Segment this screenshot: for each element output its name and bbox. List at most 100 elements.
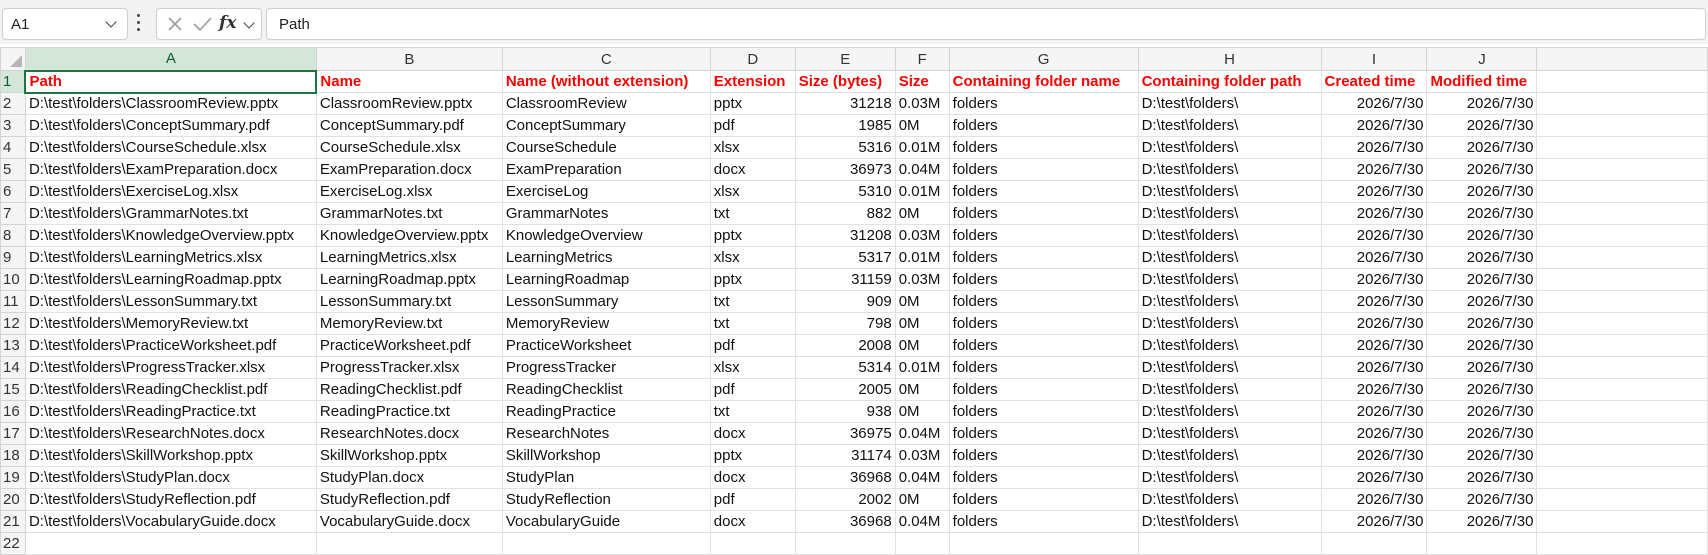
empty-cell[interactable] <box>1536 180 1708 203</box>
empty-cell[interactable] <box>1536 114 1708 137</box>
cell[interactable]: D:\test\folders\LearningRoadmap.pptx <box>24 268 317 291</box>
cell[interactable]: folders <box>948 136 1139 159</box>
cell[interactable]: 2026/7/30 <box>1320 180 1428 203</box>
cell[interactable]: 2026/7/30 <box>1320 312 1428 335</box>
column-header-g[interactable]: G <box>948 47 1139 71</box>
cell[interactable]: 36973 <box>794 158 896 181</box>
cell[interactable]: txt <box>709 202 796 225</box>
cell[interactable]: 2026/7/30 <box>1426 268 1538 291</box>
cell[interactable]: 0M <box>894 334 950 357</box>
cell[interactable]: txt <box>709 400 796 423</box>
header-cell[interactable]: Name <box>315 70 503 93</box>
cell[interactable]: GrammarNotes <box>501 202 711 225</box>
cell[interactable]: folders <box>948 114 1139 137</box>
row-header[interactable]: 1 <box>0 70 27 93</box>
column-header-b[interactable]: B <box>315 47 503 71</box>
cell[interactable]: folders <box>948 180 1139 203</box>
row-header[interactable]: 18 <box>0 444 26 467</box>
cell[interactable]: CourseSchedule <box>501 136 711 159</box>
cell[interactable]: xlsx <box>709 246 796 269</box>
cell[interactable]: 2026/7/30 <box>1426 466 1538 489</box>
cell[interactable]: 36975 <box>794 422 896 445</box>
row-header[interactable]: 7 <box>0 202 26 225</box>
row-header[interactable]: 20 <box>0 488 26 511</box>
empty-cell[interactable] <box>1536 532 1708 555</box>
cell[interactable]: KnowledgeOverview.pptx <box>315 224 503 247</box>
cell[interactable]: 0M <box>894 312 950 335</box>
cell[interactable]: ExamPreparation <box>501 158 711 181</box>
cell[interactable]: D:\test\folders\ <box>1137 356 1322 379</box>
cell[interactable]: D:\test\folders\ExamPreparation.docx <box>24 158 317 181</box>
row-header[interactable]: 8 <box>0 224 26 247</box>
cell[interactable]: pptx <box>709 444 796 467</box>
empty-cell[interactable] <box>1536 202 1708 225</box>
empty-cell[interactable] <box>1536 70 1708 93</box>
empty-cell[interactable] <box>1536 92 1708 115</box>
column-header-h[interactable]: H <box>1137 47 1322 71</box>
column-header-j[interactable]: J <box>1426 47 1538 71</box>
cell[interactable]: folders <box>948 378 1139 401</box>
cell[interactable]: D:\test\folders\GrammarNotes.txt <box>24 202 317 225</box>
cell[interactable]: folders <box>948 466 1139 489</box>
cell[interactable]: 2026/7/30 <box>1320 334 1428 357</box>
cell[interactable]: 2026/7/30 <box>1320 400 1428 423</box>
cell[interactable]: docx <box>709 510 796 533</box>
empty-cell[interactable] <box>894 532 950 555</box>
cell[interactable]: pptx <box>709 92 796 115</box>
cell[interactable]: D:\test\folders\ResearchNotes.docx <box>24 422 317 445</box>
cell[interactable]: D:\test\folders\ <box>1137 246 1322 269</box>
cell[interactable]: folders <box>948 92 1139 115</box>
cell[interactable]: 2026/7/30 <box>1426 312 1538 335</box>
cell[interactable]: 0M <box>894 378 950 401</box>
cell[interactable]: D:\test\folders\ReadingChecklist.pdf <box>24 378 317 401</box>
name-box[interactable]: A1 <box>2 8 128 40</box>
cell[interactable]: 2008 <box>794 334 896 357</box>
cell[interactable]: ExamPreparation.docx <box>315 158 503 181</box>
cell[interactable]: 2026/7/30 <box>1426 422 1538 445</box>
cell[interactable]: 2026/7/30 <box>1426 444 1538 467</box>
cell[interactable]: SkillWorkshop.pptx <box>315 444 503 467</box>
cell[interactable]: D:\test\folders\StudyPlan.docx <box>24 466 317 489</box>
cell[interactable]: VocabularyGuide.docx <box>315 510 503 533</box>
row-header[interactable]: 14 <box>0 356 26 379</box>
cell[interactable]: folders <box>948 268 1139 291</box>
cell[interactable]: D:\test\folders\ <box>1137 510 1322 533</box>
header-cell[interactable]: Containing folder name <box>948 70 1139 93</box>
cell[interactable]: 31174 <box>794 444 896 467</box>
column-header-a[interactable]: A <box>24 47 317 72</box>
cell[interactable]: 0.03M <box>894 224 950 247</box>
cell[interactable]: D:\test\folders\ConceptSummary.pdf <box>24 114 317 137</box>
cell[interactable]: ProgressTracker.xlsx <box>315 356 503 379</box>
empty-cell[interactable] <box>1536 136 1708 159</box>
cell[interactable]: pptx <box>709 268 796 291</box>
cell[interactable]: 2026/7/30 <box>1320 224 1428 247</box>
cell[interactable]: folders <box>948 224 1139 247</box>
cell[interactable]: 2026/7/30 <box>1320 92 1428 115</box>
cell[interactable]: ResearchNotes <box>501 422 711 445</box>
row-header[interactable]: 22 <box>0 532 26 555</box>
column-header-d[interactable]: D <box>709 47 796 71</box>
cell[interactable]: 2002 <box>794 488 896 511</box>
cell[interactable]: 0.04M <box>894 510 950 533</box>
cell[interactable]: 2026/7/30 <box>1320 246 1428 269</box>
row-header[interactable]: 4 <box>0 136 26 159</box>
cell[interactable]: ConceptSummary.pdf <box>315 114 503 137</box>
cell[interactable]: D:\test\folders\VocabularyGuide.docx <box>24 510 317 533</box>
cell[interactable]: D:\test\folders\LessonSummary.txt <box>24 290 317 313</box>
cell[interactable]: ProgressTracker <box>501 356 711 379</box>
chevron-down-icon[interactable] <box>105 16 117 28</box>
cell[interactable]: ReadingPractice <box>501 400 711 423</box>
empty-cell[interactable] <box>1536 466 1708 489</box>
cell[interactable]: txt <box>709 312 796 335</box>
row-header[interactable]: 5 <box>0 158 26 181</box>
cell[interactable]: D:\test\folders\ <box>1137 312 1322 335</box>
cell[interactable]: 0.04M <box>894 158 950 181</box>
cell[interactable]: LessonSummary.txt <box>315 290 503 313</box>
empty-cell[interactable] <box>1536 510 1708 533</box>
cell[interactable]: LearningMetrics.xlsx <box>315 246 503 269</box>
cell[interactable]: D:\test\folders\MemoryReview.txt <box>24 312 317 335</box>
formula-input[interactable]: Path <box>266 8 1706 40</box>
cell[interactable]: GrammarNotes.txt <box>315 202 503 225</box>
cell[interactable]: D:\test\folders\ClassroomReview.pptx <box>24 92 317 115</box>
cell[interactable]: D:\test\folders\ <box>1137 466 1322 489</box>
